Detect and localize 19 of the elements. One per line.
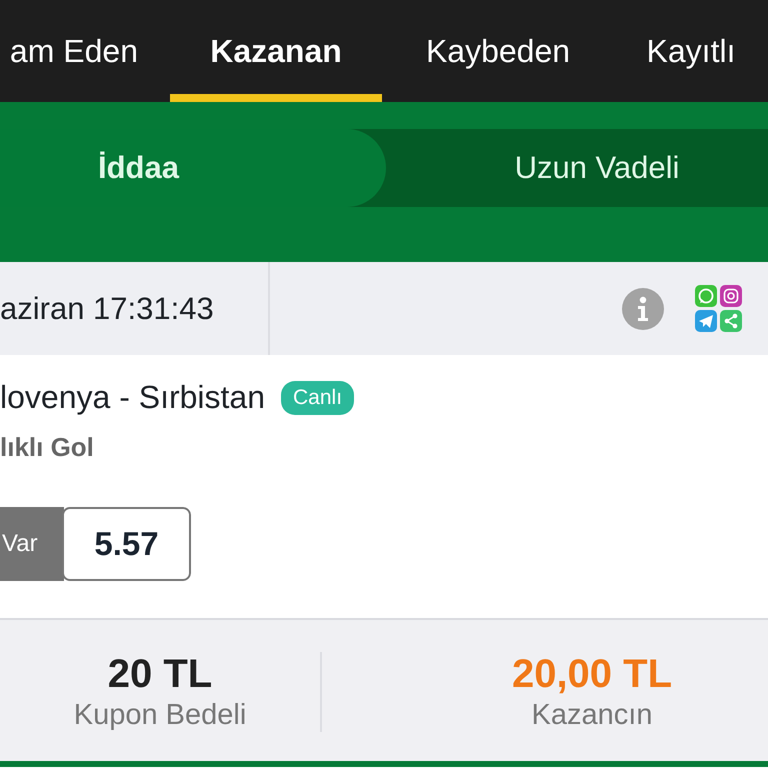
amount-label: Kazancın (532, 699, 652, 732)
camera-icon[interactable] (720, 285, 742, 307)
tab[interactable]: Kayıtlı (614, 0, 768, 102)
segment-tab[interactable]: Uzun Vadeli (386, 129, 768, 207)
info-icon[interactable] (621, 286, 665, 330)
tab[interactable]: am Eden (0, 0, 170, 102)
paper-plane-icon[interactable] (695, 310, 717, 332)
selection-label: Var (0, 507, 64, 581)
amount-label: Kupon Bedeli (74, 699, 246, 732)
share-icon[interactable] (720, 310, 742, 332)
chat-bubble-icon[interactable] (695, 285, 717, 307)
amount: 20,00 TL (512, 652, 672, 697)
market-name: lıklı Gol (0, 432, 95, 463)
odds-value: 5.57 (62, 507, 191, 581)
match-title: lovenya - Sırbistan (0, 379, 266, 416)
segment-tab[interactable]: İddaa (0, 129, 386, 207)
tab[interactable]: Kaybeden (382, 0, 614, 102)
live-badge: Canlı (281, 380, 354, 414)
amount: 20 TL (108, 652, 212, 697)
